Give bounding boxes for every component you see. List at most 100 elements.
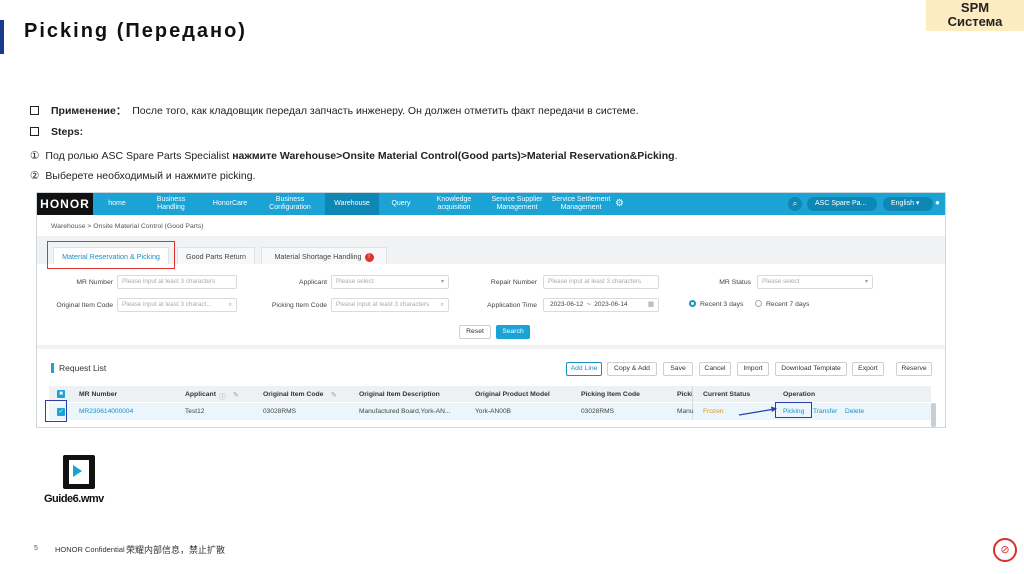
- mr-status-placeholder: Please select: [762, 278, 800, 285]
- reset-button[interactable]: Reset: [459, 325, 491, 339]
- no-copy-icon: ⊘: [993, 538, 1017, 562]
- footer-confidential: HONOR Confidential: [55, 545, 125, 554]
- nav-service-settlement[interactable]: Service Settlement Management: [551, 193, 611, 215]
- bell-icon[interactable]: ●: [935, 198, 940, 207]
- repair-number-label: Repair Number: [490, 279, 537, 286]
- chevron-down-icon: ▾: [440, 279, 444, 285]
- step-1: ① Под ролью ASC Spare Parts Specialist на…: [30, 150, 677, 162]
- col-original-item-description[interactable]: Original Item Description: [359, 391, 440, 398]
- col-picking-item-code[interactable]: Picking Item Code: [581, 391, 640, 398]
- radio-selected-icon: [689, 300, 696, 307]
- nav-business-handling[interactable]: Business Handling: [145, 193, 197, 215]
- date-from: 2023-06-12: [550, 301, 584, 308]
- col-applicant[interactable]: Applicant: [185, 391, 216, 398]
- attachment-name[interactable]: Guide6.wmv: [44, 493, 104, 505]
- delete-link[interactable]: Delete: [845, 408, 864, 415]
- applicant-select[interactable]: Please select ▾: [331, 275, 449, 289]
- app-screenshot: HONOR home Business Handling HonorCare B…: [36, 192, 946, 428]
- user-menu[interactable]: ASC Spare Pa... ▾: [807, 197, 877, 221]
- video-file-icon[interactable]: [63, 455, 95, 489]
- import-button[interactable]: Import: [737, 362, 769, 376]
- save-button[interactable]: Save: [663, 362, 693, 376]
- section-marker: [51, 363, 54, 373]
- radio-recent-3-days[interactable]: Recent 3 days: [689, 300, 743, 308]
- badge-line-1: SPM: [960, 0, 990, 15]
- language-select[interactable]: English ▾: [883, 197, 933, 211]
- export-button[interactable]: Export: [852, 362, 884, 376]
- chevron-down-icon: ▾: [864, 279, 868, 285]
- picking-item-code-input[interactable]: Please input at least 3 characters ⌕: [331, 298, 449, 312]
- usage-label: Применение：: [51, 105, 127, 117]
- gear-icon[interactable]: ⚙: [615, 198, 624, 209]
- info-icon: ⓘ: [219, 394, 226, 401]
- edit-icon: ✎: [331, 392, 337, 399]
- search-button[interactable]: Search: [496, 325, 530, 339]
- tab-material-shortage-label: Material Shortage Handling: [274, 252, 362, 261]
- date-to: 2023-06-14: [594, 301, 628, 308]
- col-operation[interactable]: Operation: [783, 391, 815, 398]
- cell-original-item-description: Manufactured Board,York-AN...: [359, 408, 451, 415]
- nav-business-configuration[interactable]: Business Configuration: [263, 193, 317, 215]
- tab-good-parts-return[interactable]: Good Parts Return: [177, 247, 255, 264]
- application-time-label: Application Time: [487, 302, 537, 309]
- edit-icon: ✎: [233, 392, 239, 399]
- nav-service-supplier[interactable]: Service Supplier Management: [489, 193, 545, 215]
- applicant-label: Applicant: [299, 279, 327, 286]
- transfer-link[interactable]: Transfer: [813, 408, 837, 415]
- download-template-button[interactable]: Download Template: [775, 362, 847, 376]
- request-list-title: Request List: [59, 363, 107, 373]
- repair-number-input[interactable]: Please input at least 3 characters: [543, 275, 659, 289]
- mr-number-label: MR Number: [76, 279, 113, 286]
- original-item-code-input[interactable]: Please input at least 3 charact... ⌕: [117, 298, 237, 312]
- picking-item-code-placeholder: Please input at least 3 characters: [336, 301, 430, 308]
- col-original-item-code[interactable]: Original Item Code: [263, 391, 323, 398]
- checkbox-highlight-box: [45, 400, 67, 422]
- copy-add-button[interactable]: Copy & Add: [607, 362, 657, 376]
- cell-original-product-model: York-AN00B: [475, 408, 512, 415]
- breadcrumb: Warehouse > Onsite Material Control (Goo…: [51, 223, 204, 230]
- nav-honorcare[interactable]: HonorCare: [205, 193, 255, 215]
- col-current-status[interactable]: Current Status: [703, 391, 750, 398]
- step-2-text: Выберете необходимый и нажмите picking.: [45, 170, 256, 182]
- nav-home[interactable]: home: [97, 193, 137, 215]
- application-time-range[interactable]: 2023-06-12 ~ 2023-06-14 ▦: [543, 298, 659, 312]
- mr-number-input[interactable]: Please input at least 3 characters: [117, 275, 237, 289]
- nav-query[interactable]: Query: [383, 193, 419, 215]
- page-title: Picking (Передано): [24, 20, 247, 42]
- footer-chinese-notice: 荣耀内部信息，禁止扩散: [126, 545, 226, 555]
- reserve-button[interactable]: Reserve: [896, 362, 932, 376]
- tab-material-shortage[interactable]: Material Shortage Handling!: [261, 247, 387, 264]
- cell-original-item-code: 03028RMS: [263, 408, 296, 415]
- title-accent-bar: [0, 20, 4, 54]
- mr-status-select[interactable]: Please select ▾: [757, 275, 873, 289]
- usage-text: После того, как кладовщик передал запчас…: [132, 105, 639, 117]
- honor-logo: HONOR: [37, 193, 93, 215]
- steps-bullet: Steps:: [30, 126, 83, 138]
- cell-mr-number[interactable]: MR230614000004: [79, 408, 133, 415]
- col-picki[interactable]: Picki: [677, 391, 693, 398]
- nav-warehouse[interactable]: Warehouse: [325, 193, 379, 215]
- step-1-path: нажмите Warehouse>Onsite Material Contro…: [232, 150, 675, 162]
- search-icon[interactable]: ⌕: [788, 197, 802, 211]
- step-2-number: ②: [30, 170, 40, 182]
- picking-item-code-label: Picking Item Code: [271, 302, 327, 309]
- step-1-suffix: .: [674, 150, 678, 162]
- badge-line-2: Система: [947, 14, 1003, 29]
- search-icon: ⌕: [440, 302, 444, 308]
- table-scrollbar[interactable]: [931, 403, 936, 427]
- add-line-button[interactable]: Add Line: [566, 362, 602, 376]
- alert-badge: !: [364, 253, 374, 262]
- radio-recent-7-days[interactable]: Recent 7 days: [755, 300, 809, 308]
- original-item-code-label: Original Item Code: [56, 302, 113, 309]
- cell-picki: Manu: [677, 408, 694, 415]
- steps-label: Steps:: [51, 126, 84, 138]
- cancel-button[interactable]: Cancel: [699, 362, 731, 376]
- cell-current-status: Frozen: [703, 408, 724, 415]
- cell-applicant: Test12: [185, 408, 205, 415]
- recent-7-label: Recent 7 days: [766, 301, 810, 308]
- select-all-checkbox[interactable]: ■: [57, 390, 65, 398]
- col-mr-number[interactable]: MR Number: [79, 391, 117, 398]
- col-original-product-model[interactable]: Original Product Model: [475, 391, 550, 398]
- section-separator: [37, 345, 945, 349]
- nav-knowledge-acquisition[interactable]: Knowledge acquisition: [427, 193, 481, 215]
